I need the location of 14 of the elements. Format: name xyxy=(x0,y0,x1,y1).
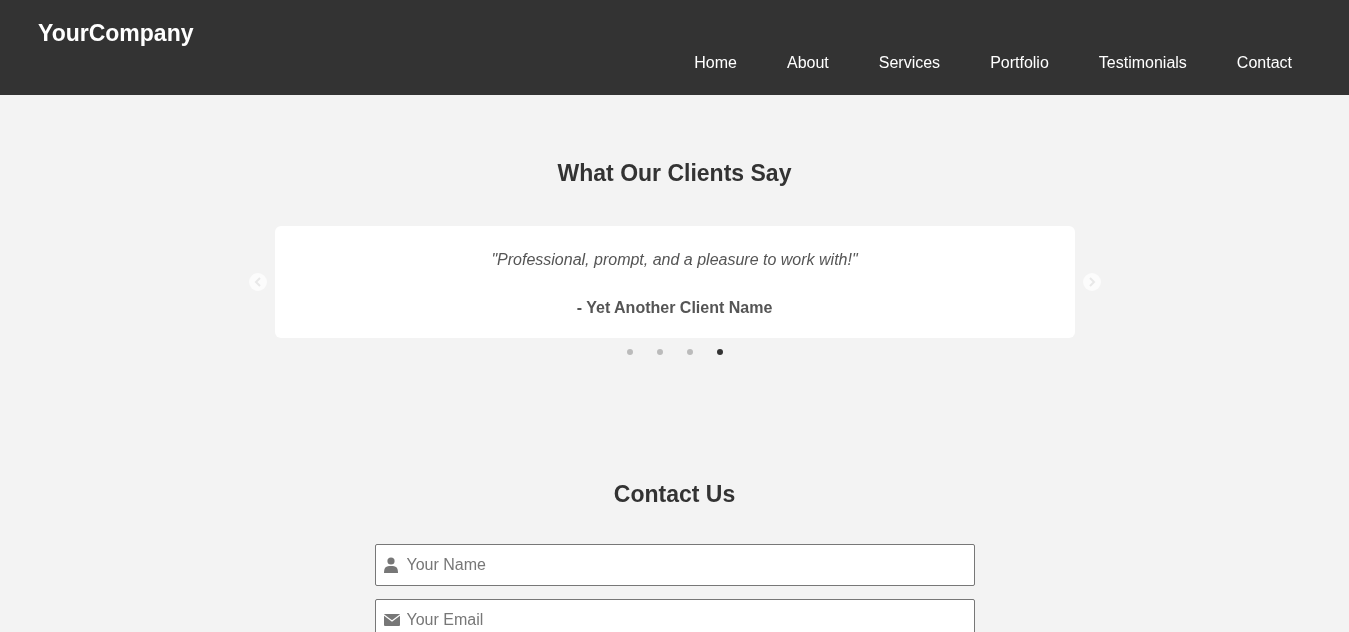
nav-link[interactable]: About xyxy=(786,51,829,75)
nav-link[interactable]: Portfolio xyxy=(990,51,1049,75)
input-field[interactable]: Your Name xyxy=(374,544,975,586)
nav-link[interactable]: Testimonials xyxy=(1098,51,1187,75)
nav-link[interactable]: Services xyxy=(878,51,941,75)
testimonial-quote: "Professional, prompt, and a pleasure to work with!" xyxy=(491,249,858,270)
logo[interactable]: YourCompany xyxy=(38,0,194,51)
person-icon xyxy=(383,557,398,573)
section-heading: What Our Clients Say xyxy=(557,159,792,188)
section-heading: Contact Us xyxy=(613,479,736,509)
nav-link[interactable]: Contact xyxy=(1236,51,1292,75)
nav-link[interactable]: Home xyxy=(694,51,737,75)
input-field[interactable]: Your Email xyxy=(374,599,975,632)
client-name: - Yet Another Client Name xyxy=(576,297,773,318)
